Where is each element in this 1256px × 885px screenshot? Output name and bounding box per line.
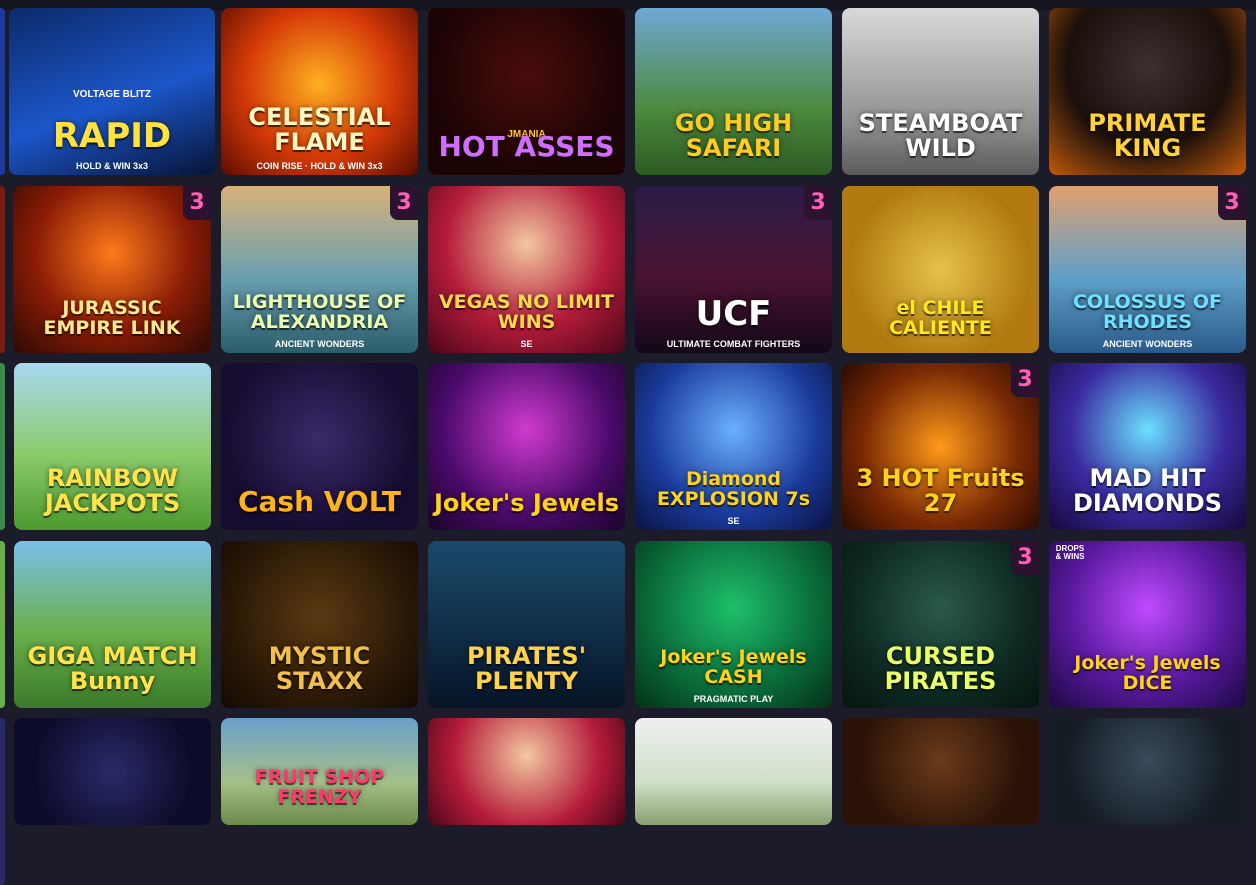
game-thumbnail: [14, 718, 211, 825]
game-tile[interactable]: STEAMBOAT WILD: [842, 8, 1039, 175]
provider-badge-icon: 3: [390, 186, 418, 220]
game-title: PIRATES' PLENTY: [466, 641, 587, 695]
game-tile[interactable]: FRUIT SHOP FRENZY: [221, 718, 418, 825]
game-title: 3 HOT Fruits 27: [856, 463, 1025, 517]
game-title: Joker's Jewels DICE: [1074, 652, 1221, 695]
game-subtitle: COIN RISE · HOLD & WIN 3x3: [256, 161, 383, 171]
game-title: GIGA MATCH Bunny: [27, 641, 198, 695]
game-title: Joker's Jewels CASH: [660, 646, 807, 689]
game-title: RAINBOW JACKPOTS: [44, 463, 181, 517]
game-title: CELESTIAL FLAME: [248, 102, 391, 156]
game-grid: VOLTAGE BLITZ RAPID HOLD & WIN 3x3 CELESTIA…: [0, 0, 1256, 885]
game-title: STEAMBOAT WILD: [858, 108, 1023, 162]
game-tile[interactable]: GIGA MATCH Bunny: [14, 541, 211, 708]
game-title: Cash VOLT: [237, 484, 402, 518]
game-subtitle: SE: [727, 516, 740, 526]
game-title: UCF: [695, 294, 772, 335]
game-tile[interactable]: PRIMATE KING: [1049, 8, 1246, 175]
game-tile[interactable]: [428, 718, 625, 825]
partial-tile-edge[interactable]: [0, 541, 5, 708]
game-title: MAD HIT DIAMONDS: [1072, 463, 1222, 517]
game-tile[interactable]: PIRATES' PLENTY: [428, 541, 625, 708]
game-tile[interactable]: [635, 718, 832, 825]
game-tile[interactable]: CURSED PIRATES 3: [842, 541, 1039, 708]
game-tile[interactable]: COLOSSUS OF RHODES ANCIENT WONDERS 3: [1049, 186, 1246, 353]
game-title: RAPID: [52, 116, 172, 157]
game-tile[interactable]: LIGHTHOUSE OF ALEXANDRIA ANCIENT WONDERS 3: [221, 186, 418, 353]
game-tile[interactable]: VEGAS NO LIMIT WINS SE: [428, 186, 625, 353]
game-subtitle: PRAGMATIC PLAY: [693, 694, 774, 704]
game-subtitle: ULTIMATE COMBAT FIGHTERS: [666, 339, 801, 349]
game-subtitle: HOLD & WIN 3x3: [75, 161, 148, 171]
provider-badge-icon: 3: [183, 186, 211, 220]
game-thumbnail: [635, 718, 832, 825]
game-thumbnail: [1049, 718, 1246, 825]
game-tile[interactable]: Cash VOLT: [221, 363, 418, 530]
game-tile[interactable]: Joker's Jewels CASH PRAGMATIC PLAY: [635, 541, 832, 708]
game-tile[interactable]: VOLTAGE BLITZ RAPID HOLD & WIN 3x3: [9, 8, 215, 175]
game-tile[interactable]: MAD HIT DIAMONDS: [1049, 363, 1246, 530]
game-title: Joker's Jewels: [434, 488, 620, 517]
game-subtitle: ANCIENT WONDERS: [1102, 339, 1193, 349]
partial-tile-edge[interactable]: [0, 718, 5, 885]
game-title: FRUIT SHOP FRENZY: [254, 766, 385, 808]
partial-tile-edge[interactable]: [0, 8, 5, 175]
game-tile[interactable]: RAINBOW JACKPOTS: [14, 363, 211, 530]
game-thumbnail: [428, 718, 625, 825]
provider-badge-icon: 3: [1011, 541, 1039, 575]
game-title: MYSTIC STAXX: [268, 641, 371, 695]
game-brand-label: VOLTAGE BLITZ: [73, 89, 151, 100]
game-subtitle: ANCIENT WONDERS: [274, 339, 365, 349]
game-tile[interactable]: 3 HOT Fruits 27 3: [842, 363, 1039, 530]
game-tile[interactable]: [1049, 718, 1246, 825]
game-tile[interactable]: [842, 718, 1039, 825]
partial-tile-edge[interactable]: [0, 363, 5, 530]
game-tile[interactable]: JURASSIC EMPIRE LINK 3: [13, 186, 211, 353]
game-title: COLOSSUS OF RHODES: [1072, 291, 1223, 334]
game-tile[interactable]: Diamond EXPLOSION 7s SE: [635, 363, 832, 530]
game-title: HOT ASSES: [438, 129, 615, 163]
game-tile[interactable]: el CHILE CALIENTE: [842, 186, 1039, 353]
partial-tile-edge[interactable]: [0, 186, 5, 353]
game-tile[interactable]: CELESTIAL FLAME COIN RISE · HOLD & WIN 3x…: [221, 8, 418, 175]
provider-badge-icon: 3: [1011, 363, 1039, 397]
game-tile[interactable]: UCF ULTIMATE COMBAT FIGHTERS 3: [635, 186, 832, 353]
game-tile[interactable]: JMANIA HOT ASSES: [428, 8, 625, 175]
game-title: GO HIGH SAFARI: [674, 108, 793, 162]
game-title: LIGHTHOUSE OF ALEXANDRIA: [232, 291, 407, 334]
provider-badge-icon: 3: [1218, 186, 1246, 220]
provider-badge-icon: 3: [804, 186, 832, 220]
game-title: VEGAS NO LIMIT WINS: [438, 291, 615, 334]
game-title: el CHILE CALIENTE: [889, 297, 992, 340]
game-brand-label: DROPS & WINS: [1055, 544, 1085, 561]
game-tile[interactable]: [14, 718, 211, 825]
game-tile[interactable]: MYSTIC STAXX: [221, 541, 418, 708]
game-title: Diamond EXPLOSION 7s: [656, 468, 811, 511]
game-tile[interactable]: GO HIGH SAFARI: [635, 8, 832, 175]
game-title: PRIMATE KING: [1088, 108, 1207, 162]
game-title: JURASSIC EMPIRE LINK: [43, 297, 181, 340]
game-tile[interactable]: Joker's Jewels: [428, 363, 625, 530]
game-tile[interactable]: DROPS & WINS Joker's Jewels DICE: [1049, 541, 1246, 708]
game-title: CURSED PIRATES: [884, 641, 997, 695]
game-subtitle: SE: [520, 339, 533, 349]
game-thumbnail: [842, 718, 1039, 825]
